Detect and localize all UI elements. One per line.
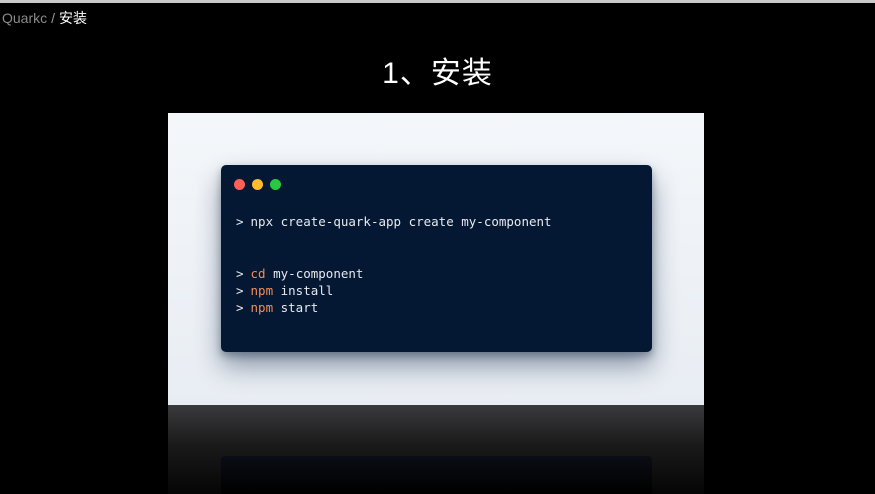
- prompt-symbol: >: [236, 283, 244, 298]
- close-dot-icon: [234, 179, 245, 190]
- window-top-edge: [0, 0, 875, 3]
- minimize-dot-icon: [252, 179, 263, 190]
- breadcrumb-current: 安装: [59, 10, 88, 26]
- prompt-symbol: >: [236, 266, 244, 281]
- command-keyword: cd: [250, 266, 266, 281]
- command-args: install: [273, 283, 334, 298]
- prompt-symbol: >: [236, 214, 244, 229]
- terminal-window: > npx create-quark-app create my-componen…: [221, 165, 652, 352]
- terminal-line: > npm install: [236, 283, 333, 298]
- prompt-symbol: >: [236, 300, 244, 315]
- terminal-line: > npm start: [236, 300, 318, 315]
- terminal-line: > npx create-quark-app create my-componen…: [236, 214, 552, 229]
- presentation-stage: Quarkc / 安装 1、安装 > npx create-quark-app cre…: [0, 0, 875, 494]
- command-keyword: npm: [250, 300, 274, 315]
- slide-title: 1、安装: [382, 57, 493, 90]
- breadcrumb-root[interactable]: Quarkc: [2, 10, 47, 26]
- breadcrumb-separator: /: [51, 10, 56, 26]
- breadcrumb: Quarkc / 安装: [2, 8, 87, 28]
- command-args: my-component: [265, 266, 364, 281]
- command-keyword: npm: [250, 283, 274, 298]
- terminal-reflection: [221, 456, 652, 494]
- maximize-dot-icon: [270, 179, 281, 190]
- command-text: npx create-quark-app create my-component: [250, 214, 552, 229]
- terminal-line: > cd my-component: [236, 266, 363, 281]
- command-args: start: [273, 300, 319, 315]
